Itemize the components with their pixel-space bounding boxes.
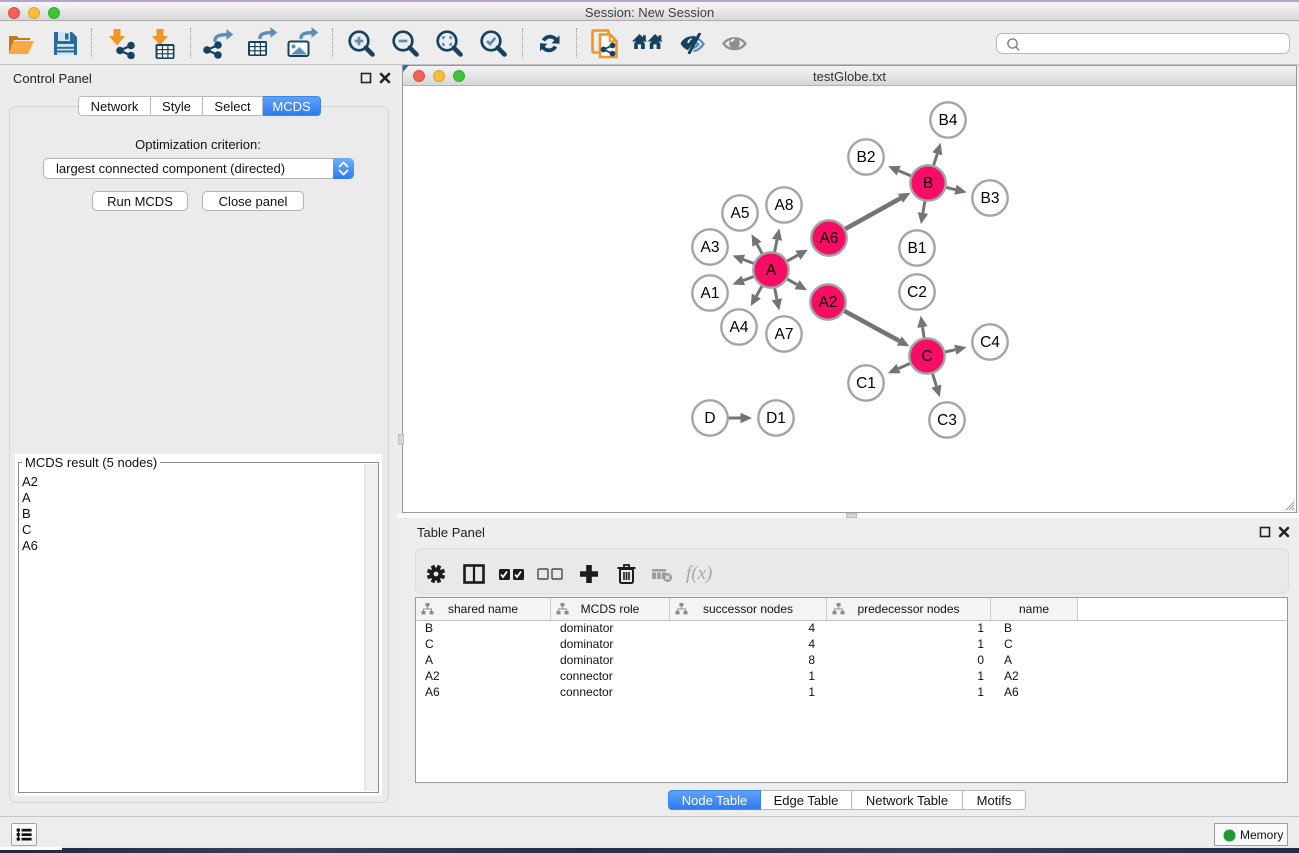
svg-text:D1: D1 — [766, 410, 786, 427]
svg-text:B4: B4 — [939, 112, 958, 129]
svg-text:B1: B1 — [908, 240, 927, 257]
svg-text:B: B — [923, 175, 933, 192]
svg-text:C4: C4 — [980, 334, 1000, 351]
svg-text:C3: C3 — [937, 412, 957, 429]
svg-text:A8: A8 — [775, 197, 794, 214]
svg-text:A7: A7 — [775, 326, 794, 343]
svg-text:A1: A1 — [701, 285, 720, 302]
svg-text:A5: A5 — [731, 205, 750, 222]
svg-text:A6: A6 — [820, 230, 839, 247]
svg-text:C1: C1 — [856, 375, 876, 392]
svg-text:B2: B2 — [857, 149, 876, 166]
svg-text:C2: C2 — [907, 284, 927, 301]
svg-text:B3: B3 — [981, 190, 1000, 207]
svg-text:A3: A3 — [701, 239, 720, 256]
svg-text:C: C — [921, 348, 932, 365]
svg-text:D: D — [704, 410, 715, 427]
svg-text:A2: A2 — [819, 294, 838, 311]
svg-text:f(x): f(x) — [686, 563, 712, 584]
svg-text:A4: A4 — [730, 319, 749, 336]
svg-text:A: A — [766, 262, 777, 279]
